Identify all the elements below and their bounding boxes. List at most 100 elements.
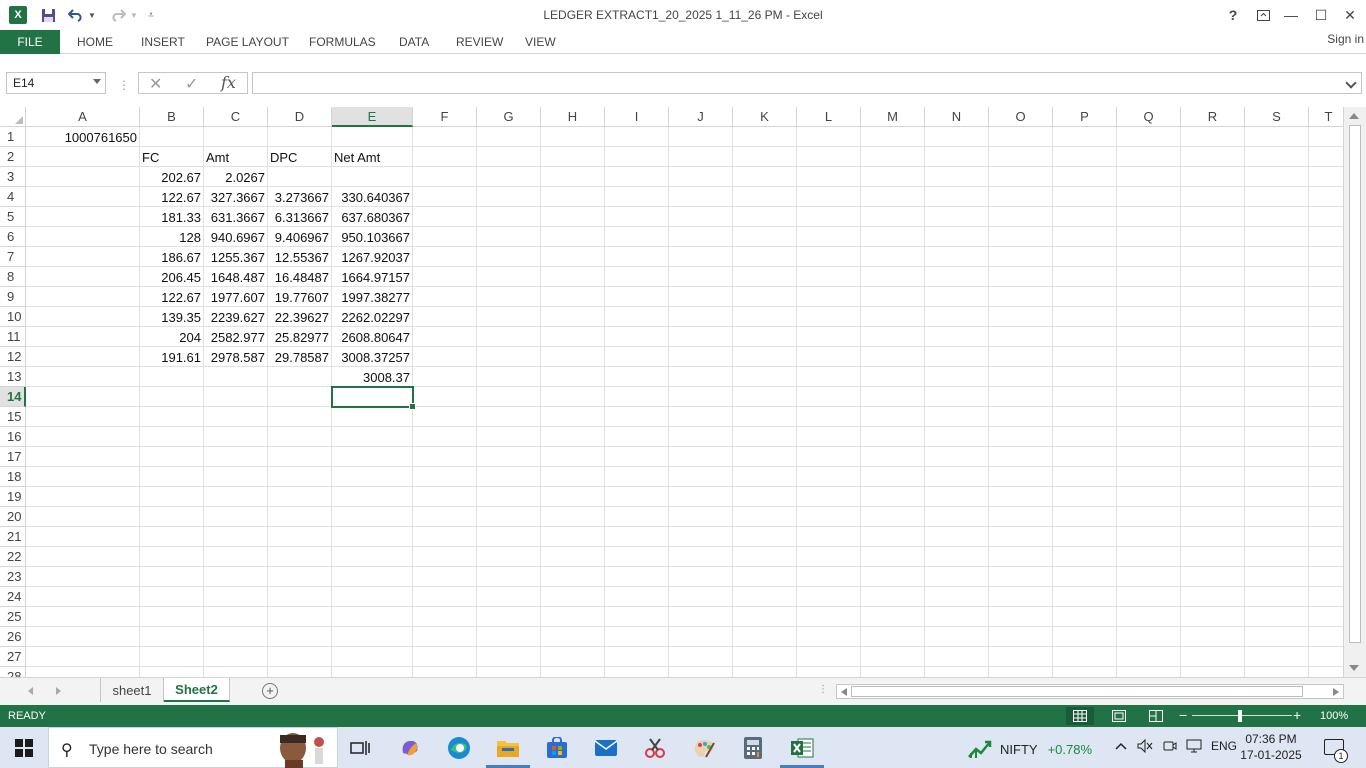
paint-icon[interactable] [691,735,717,761]
cell-d10[interactable]: 22.39627 [268,307,331,327]
save-icon[interactable] [38,6,58,24]
horizontal-scroll-thumb[interactable] [851,686,1303,697]
sheet-tab-sheet2[interactable]: Sheet2 [164,678,230,702]
network-icon[interactable] [1186,739,1202,756]
row-header-28[interactable]: 28 [0,667,26,677]
calculator-icon[interactable] [740,735,766,761]
column-header-i[interactable]: I [605,107,669,127]
sign-in-link[interactable]: Sign in [1327,32,1364,46]
row-header-22[interactable]: 22 [0,547,26,567]
row-header-17[interactable]: 17 [0,447,26,467]
new-sheet-plus-icon[interactable]: + [262,683,278,699]
zoom-in-icon[interactable]: + [1293,707,1301,723]
taskbar-clock[interactable]: 07:36 PM 17-01-2025 [1240,731,1302,763]
row-header-3[interactable]: 3 [0,167,26,187]
column-header-g[interactable]: G [477,107,541,127]
column-header-h[interactable]: H [541,107,605,127]
column-header-c[interactable]: C [204,107,268,127]
tab-view[interactable]: VIEW [525,30,556,54]
tab-file[interactable]: FILE [0,30,60,54]
page-break-preview-icon[interactable] [1142,707,1170,725]
vertical-scrollbar[interactable] [1343,107,1366,677]
cell-b12[interactable]: 191.61 [140,347,203,367]
microsoft-store-icon[interactable] [544,735,570,761]
cell-b7[interactable]: 186.67 [140,247,203,267]
cell-b2[interactable]: FC [140,147,203,167]
cell-e10[interactable]: 2262.02297 [332,307,412,327]
column-header-m[interactable]: M [861,107,925,127]
row-header-6[interactable]: 6 [0,227,26,247]
vertical-scroll-thumb[interactable] [1349,125,1361,643]
row-header-20[interactable]: 20 [0,507,26,527]
minimize-button[interactable]: — [1277,5,1305,25]
row-header-23[interactable]: 23 [0,567,26,587]
cell-b3[interactable]: 202.67 [140,167,203,187]
cell-e8[interactable]: 1664.97157 [332,267,412,287]
cell-b11[interactable]: 204 [140,327,203,347]
cell-c3[interactable]: 2.0267 [204,167,267,187]
formula-input[interactable] [252,72,1362,94]
scroll-right-icon[interactable] [1333,688,1339,696]
mail-icon[interactable] [593,735,619,761]
row-header-5[interactable]: 5 [0,207,26,227]
row-header-15[interactable]: 15 [0,407,26,427]
cell-e11[interactable]: 2608.80647 [332,327,412,347]
cell-b4[interactable]: 122.67 [140,187,203,207]
cell-e5[interactable]: 637.680367 [332,207,412,227]
meet-now-icon[interactable] [1163,739,1177,756]
column-header-t[interactable]: T [1309,107,1343,127]
row-header-2[interactable]: 2 [0,147,26,167]
maximize-button[interactable]: ☐ [1307,5,1335,25]
column-header-r[interactable]: R [1181,107,1245,127]
row-header-27[interactable]: 27 [0,647,26,667]
cell-e4[interactable]: 330.640367 [332,187,412,207]
cell-c12[interactable]: 2978.587 [204,347,267,367]
ribbon-display-options-icon[interactable] [1249,5,1277,25]
cell-c11[interactable]: 2582.977 [204,327,267,347]
cell-c7[interactable]: 1255.367 [204,247,267,267]
column-header-q[interactable]: Q [1117,107,1181,127]
cell-b9[interactable]: 122.67 [140,287,203,307]
cell-c10[interactable]: 2239.627 [204,307,267,327]
cell-e9[interactable]: 1997.38277 [332,287,412,307]
tab-split-handle-icon[interactable]: ⋮ [818,684,828,695]
tab-page-layout[interactable]: PAGE LAYOUT [206,30,289,54]
column-header-a[interactable]: A [26,107,140,127]
cell-b6[interactable]: 128 [140,227,203,247]
cancel-icon[interactable]: ✕ [149,74,162,94]
formula-bar-splitter-icon[interactable]: ⋮ [118,78,130,92]
zoom-level[interactable]: 100% [1320,710,1348,722]
undo-dropdown-icon[interactable]: ▼ [87,6,97,24]
row-header-18[interactable]: 18 [0,467,26,487]
scroll-down-icon[interactable] [1349,665,1359,671]
cell-d11[interactable]: 25.82977 [268,327,331,347]
row-header-10[interactable]: 10 [0,307,26,327]
cell-b10[interactable]: 139.35 [140,307,203,327]
customize-qat-icon[interactable]: ⩡ [145,6,157,24]
row-header-16[interactable]: 16 [0,427,26,447]
column-header-f[interactable]: F [413,107,477,127]
cell-e7[interactable]: 1267.92037 [332,247,412,267]
row-header-9[interactable]: 9 [0,287,26,307]
column-header-e[interactable]: E [332,107,413,127]
column-header-s[interactable]: S [1245,107,1309,127]
select-all-button[interactable] [0,107,26,127]
taskbar-search-box[interactable]: ⚲ Type here to search [48,727,338,768]
copilot-icon[interactable] [397,735,423,761]
cell-d9[interactable]: 19.77607 [268,287,331,307]
cell-c2[interactable]: Amt [204,147,267,167]
redo-icon[interactable] [108,6,128,24]
speaker-muted-icon[interactable] [1137,738,1153,756]
cell-e13[interactable]: 3008.37 [332,367,412,387]
zoom-out-icon[interactable]: − [1179,707,1187,723]
horizontal-scrollbar[interactable] [836,684,1344,699]
row-header-12[interactable]: 12 [0,347,26,367]
nifty-widget[interactable]: NIFTY +0.78% [968,739,1092,759]
cell-c6[interactable]: 940.6967 [204,227,267,247]
column-header-l[interactable]: L [797,107,861,127]
cell-e12[interactable]: 3008.37257 [332,347,412,367]
excel-logo-icon[interactable]: X [9,6,27,24]
edge-browser-icon[interactable] [446,735,472,761]
row-header-25[interactable]: 25 [0,607,26,627]
column-header-b[interactable]: B [140,107,204,127]
